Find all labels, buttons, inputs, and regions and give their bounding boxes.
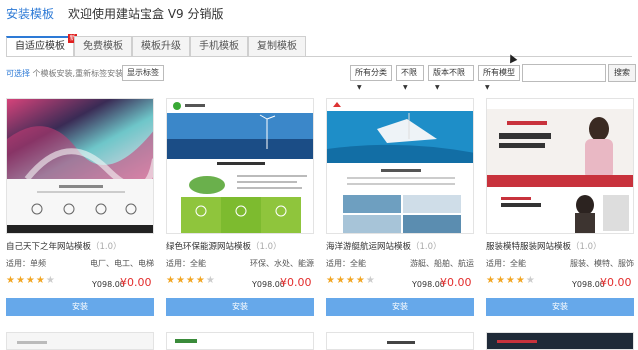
rating-stars: ★★★★★ bbox=[166, 275, 216, 286]
filter-bar: 可选择 个模板安装,重新标签安装 显示标签 所有分类 ▼ 不限 ▼ 版本不限 ▼ 所有… bbox=[0, 62, 638, 91]
title-text: 自己天下之年网站模板 bbox=[6, 242, 92, 252]
show-tags-button[interactable]: 显示标签 bbox=[122, 65, 164, 81]
caret-down-icon: ▼ bbox=[403, 84, 408, 91]
template-tags: 游艇、船舶、航运 bbox=[410, 259, 474, 268]
template-title[interactable]: 服装模特服装网站模板（1.0） bbox=[486, 240, 634, 252]
title-text: 海洋游艇航运网站模板 bbox=[326, 242, 412, 252]
template-meta: 适用：单频 电厂、电工、电梯 bbox=[6, 258, 154, 269]
version-dropdown[interactable]: 版本不限 ▼ bbox=[428, 65, 474, 91]
limit-dropdown[interactable]: 不限 ▼ bbox=[396, 65, 424, 91]
install-button[interactable]: 安装 bbox=[166, 298, 314, 316]
template-tags: 服装、模特、服饰 bbox=[570, 259, 634, 268]
template-card[interactable]: 自己天下之年网站模板（1.0） 适用：单频 电厂、电工、电梯 ★★★★★ Y098… bbox=[6, 98, 154, 326]
tab-label: 手机模板 bbox=[199, 41, 239, 52]
template-meta: 适用：全能 环保、水处、能源 bbox=[166, 258, 314, 269]
template-card[interactable]: 服装模特服装网站模板（1.0） 适用：全能 服装、模特、服饰 ★★★★★ Y098… bbox=[486, 98, 634, 326]
template-tags: 电厂、电工、电梯 bbox=[90, 259, 154, 268]
rating-stars: ★★★★★ bbox=[6, 275, 56, 286]
thumbnail-image bbox=[487, 333, 633, 349]
title-text: 绿色环保能源网站模板 bbox=[166, 242, 252, 252]
template-thumbnail[interactable] bbox=[166, 98, 314, 234]
template-tags: 环保、水处、能源 bbox=[250, 259, 314, 268]
template-thumbnail[interactable] bbox=[166, 332, 314, 350]
dropdown-label: 不限 bbox=[401, 68, 417, 77]
thumbnail-image bbox=[327, 333, 473, 349]
thumbnail-image bbox=[487, 99, 633, 233]
sale-price: ¥0.00 bbox=[120, 276, 152, 289]
template-title[interactable]: 自己天下之年网站模板（1.0） bbox=[6, 240, 154, 252]
hint-prefix: 可选择 bbox=[6, 69, 30, 78]
tab-label: 免费模板 bbox=[83, 41, 123, 52]
template-card[interactable]: 绿色环保能源网站模板（1.0） 适用：全能 环保、水处、能源 ★★★★★ Y098… bbox=[166, 98, 314, 326]
install-button[interactable]: 安装 bbox=[326, 298, 474, 316]
template-title[interactable]: 海洋游艇航运网站模板（1.0） bbox=[326, 240, 474, 252]
template-thumbnail[interactable] bbox=[326, 332, 474, 350]
caret-down-icon: ▼ bbox=[435, 84, 440, 91]
template-meta: 适用：全能 服装、模特、服饰 bbox=[486, 258, 634, 269]
template-thumbnail[interactable] bbox=[326, 98, 474, 234]
filter-hint: 可选择 个模板安装,重新标签安装 bbox=[6, 68, 123, 79]
sale-price: ¥0.00 bbox=[280, 276, 312, 289]
thumbnail-image bbox=[327, 99, 473, 233]
tab-responsive[interactable]: 自适应模板 新 bbox=[6, 34, 77, 56]
thumbnail-image bbox=[7, 99, 153, 233]
category-dropdown[interactable]: 所有分类 ▼ bbox=[350, 65, 392, 91]
thumbnail-image bbox=[167, 333, 313, 349]
rating-stars: ★★★★★ bbox=[486, 275, 536, 286]
thumbnail-image bbox=[167, 99, 313, 233]
version-number: （1.0） bbox=[571, 242, 602, 252]
install-button[interactable]: 安装 bbox=[6, 298, 154, 316]
rating-stars: ★★★★★ bbox=[326, 275, 376, 286]
version-number: （1.0） bbox=[411, 242, 442, 252]
template-thumbnail[interactable] bbox=[6, 98, 154, 234]
title-text: 服装模特服装网站模板 bbox=[486, 242, 572, 252]
template-type: 适用：全能 bbox=[326, 259, 366, 268]
header: 安装模板 欢迎使用建站宝盒 V9 分销版 bbox=[0, 0, 638, 26]
version-number: （1.0） bbox=[251, 242, 282, 252]
dropdown-label: 所有模型 bbox=[483, 68, 515, 77]
dropdown-label: 所有分类 bbox=[355, 68, 387, 77]
tab-label: 自适应模板 bbox=[15, 41, 65, 52]
template-title[interactable]: 绿色环保能源网站模板（1.0） bbox=[166, 240, 314, 252]
template-card[interactable]: 海洋游艇航运网站模板（1.0） 适用：全能 游艇、船舶、航运 ★★★★★ Y098… bbox=[326, 98, 474, 326]
dropdown-label: 版本不限 bbox=[433, 68, 465, 77]
template-thumbnail[interactable] bbox=[486, 98, 634, 234]
template-thumbnail[interactable] bbox=[486, 332, 634, 350]
search-button[interactable]: 搜索 bbox=[608, 64, 636, 82]
model-dropdown[interactable]: 所有模型 ▼ bbox=[478, 65, 520, 91]
hint-text: 个模板安装,重新标签安装 bbox=[32, 69, 124, 78]
tab-upgrade[interactable]: 模板升级 bbox=[132, 36, 190, 56]
template-type: 适用：全能 bbox=[486, 259, 526, 268]
template-meta: 适用：全能 游艇、船舶、航运 bbox=[326, 258, 474, 269]
header-subtitle: 欢迎使用建站宝盒 V9 分销版 bbox=[68, 6, 224, 21]
template-type: 适用：单频 bbox=[6, 259, 46, 268]
tab-label: 模板升级 bbox=[141, 41, 181, 52]
version-number: （1.0） bbox=[91, 242, 122, 252]
sale-price: ¥0.00 bbox=[440, 276, 472, 289]
thumbnail-image bbox=[7, 333, 153, 349]
tab-mobile[interactable]: 手机模板 bbox=[190, 36, 248, 56]
tab-divider bbox=[6, 56, 632, 57]
template-type: 适用：全能 bbox=[166, 259, 206, 268]
tab-free[interactable]: 免费模板 bbox=[74, 36, 132, 56]
caret-down-icon: ▼ bbox=[485, 84, 490, 91]
header-title[interactable]: 安装模板 bbox=[6, 5, 54, 22]
tab-bar: 自适应模板 新 免费模板 模板升级 手机模板 复制模板 bbox=[6, 34, 306, 56]
search-input[interactable] bbox=[522, 64, 606, 82]
tab-label: 复制模板 bbox=[257, 41, 297, 52]
caret-down-icon: ▼ bbox=[357, 84, 362, 91]
tab-copy[interactable]: 复制模板 bbox=[248, 36, 306, 56]
template-thumbnail[interactable] bbox=[6, 332, 154, 350]
sale-price: ¥0.00 bbox=[600, 276, 632, 289]
install-button[interactable]: 安装 bbox=[486, 298, 634, 316]
